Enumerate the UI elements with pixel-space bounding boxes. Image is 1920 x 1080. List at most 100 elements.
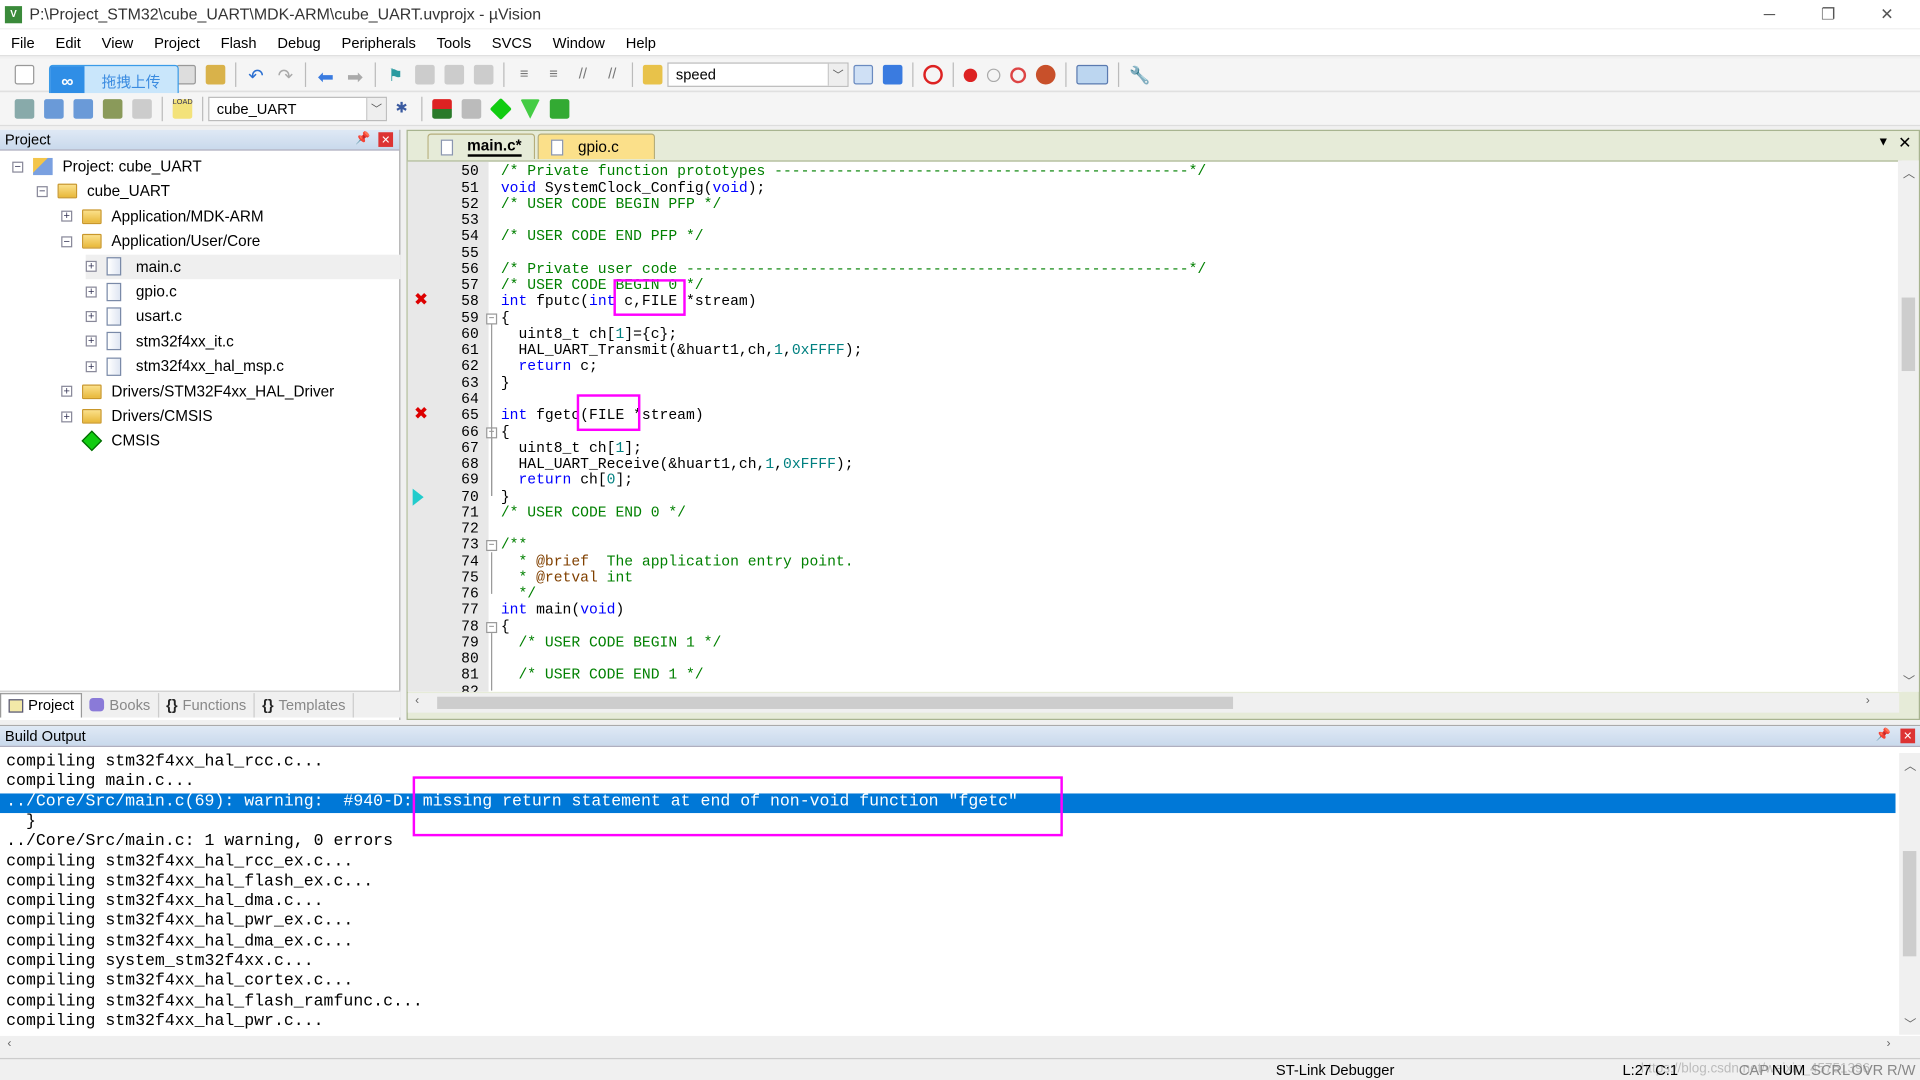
tab-project[interactable]: Project: [0, 692, 83, 717]
upload-overlay[interactable]: ∞ 拖拽上传: [48, 64, 179, 97]
kill-breakpoints-icon[interactable]: [1035, 64, 1056, 85]
collapse-icon[interactable]: −: [12, 160, 24, 173]
configure-icon[interactable]: 🔧: [1129, 65, 1150, 85]
tree-item[interactable]: − Project: cube_UART: [12, 154, 202, 178]
build-output-line[interactable]: }: [0, 813, 1896, 833]
close-panel-icon[interactable]: ✕: [1900, 728, 1916, 744]
find-icon[interactable]: [853, 64, 874, 85]
stop-build-icon[interactable]: [132, 99, 152, 119]
editor-horizontal-scrollbar[interactable]: ‹ ›: [407, 693, 1900, 713]
insert-breakpoint-icon[interactable]: [963, 67, 978, 82]
menu-window[interactable]: Window: [542, 34, 615, 51]
fold-toggle-icon[interactable]: −: [486, 313, 498, 325]
tree-item[interactable]: + Drivers/STM32F4xx_HAL_Driver: [61, 379, 334, 403]
tab-main-c-[interactable]: main.c*: [427, 133, 536, 160]
expand-icon[interactable]: +: [85, 285, 97, 297]
disable-breakpoints-icon[interactable]: [1010, 66, 1027, 83]
copy-icon[interactable]: [176, 64, 196, 85]
build-output-line[interactable]: compiling main.c...: [0, 773, 1896, 793]
menu-project[interactable]: Project: [143, 34, 210, 51]
build-output-line[interactable]: compiling stm32f4xx_hal_cortex.c...: [0, 973, 1896, 993]
build-icon[interactable]: [44, 99, 64, 119]
tab-list-dropdown-icon[interactable]: ▼: [1877, 136, 1889, 149]
redo-icon[interactable]: ↷: [276, 65, 296, 87]
enable-breakpoint-icon[interactable]: [986, 67, 1001, 82]
find-in-files-icon[interactable]: [642, 64, 663, 85]
next-bookmark-icon[interactable]: [444, 64, 465, 85]
build-output-line[interactable]: compiling stm32f4xx_hal_pwr.c...: [0, 1013, 1896, 1033]
build-output-line[interactable]: compiling system_stm32f4xx.c...: [0, 953, 1896, 973]
build-output-line[interactable]: compiling stm32f4xx_hal_dma_ex.c...: [0, 933, 1896, 953]
chevron-down-icon[interactable]: ﹀: [827, 63, 848, 86]
tree-item[interactable]: + Application/MDK-ARM: [61, 204, 264, 228]
collapse-icon[interactable]: −: [36, 185, 48, 198]
tree-item[interactable]: CMSIS: [61, 429, 160, 453]
expand-icon[interactable]: +: [61, 210, 73, 222]
rebuild-icon[interactable]: [73, 99, 94, 119]
uncomment-icon[interactable]: //: [602, 65, 622, 85]
tree-item[interactable]: − Application/User/Core: [61, 229, 260, 253]
bookmark-icon[interactable]: ⚑: [386, 65, 406, 85]
build-output-line[interactable]: compiling stm32f4xx_hal_rcc_ex.c...: [0, 853, 1896, 873]
close-tab-icon[interactable]: ✕: [1898, 133, 1911, 153]
expand-icon[interactable]: +: [61, 385, 73, 397]
options-for-target-icon[interactable]: ✱: [392, 99, 412, 119]
comment-icon[interactable]: //: [573, 65, 593, 85]
incremental-find-icon[interactable]: [882, 64, 903, 85]
paste-icon[interactable]: [205, 64, 226, 85]
expand-icon[interactable]: +: [85, 260, 97, 272]
expand-icon[interactable]: +: [85, 360, 97, 372]
build-vertical-scrollbar[interactable]: ︿ ﹀: [1899, 753, 1920, 1035]
menu-flash[interactable]: Flash: [210, 34, 267, 51]
menu-debug[interactable]: Debug: [266, 34, 330, 51]
error-icon[interactable]: ✖: [414, 405, 428, 423]
menu-svcs[interactable]: SVCS: [481, 34, 542, 51]
pack-installer-icon[interactable]: [520, 99, 541, 119]
build-output-line[interactable]: compiling stm32f4xx_hal_rcc.c...: [0, 753, 1896, 773]
manage-project-items-icon[interactable]: [432, 99, 452, 119]
chevron-down-icon[interactable]: ﹀: [366, 97, 386, 121]
build-output-line[interactable]: ../Core/Src/main.c(69): warning: #940-D:…: [0, 792, 1896, 813]
pin-icon[interactable]: 📌: [355, 131, 370, 147]
expand-icon[interactable]: +: [85, 310, 97, 322]
expand-icon[interactable]: +: [61, 410, 73, 422]
batch-build-icon[interactable]: [102, 99, 123, 119]
unindent-icon[interactable]: ≡: [544, 65, 564, 85]
build-output-line[interactable]: compiling stm32f4xx_hal_flash_ex.c...: [0, 873, 1896, 893]
tab-templates[interactable]: {} Templates: [255, 692, 355, 717]
manage-run-time-environment-icon[interactable]: [489, 97, 512, 121]
software-packs-icon[interactable]: [549, 99, 570, 119]
menu-file[interactable]: File: [0, 34, 45, 51]
target-select[interactable]: cube_UART ﹀: [208, 96, 387, 122]
select-packs-icon[interactable]: [461, 99, 482, 119]
tree-item[interactable]: + stm32f4xx_hal_msp.c: [85, 354, 284, 378]
error-icon[interactable]: ✖: [414, 292, 428, 309]
menu-peripherals[interactable]: Peripherals: [330, 34, 425, 51]
restore-button[interactable]: ❐: [1800, 0, 1856, 28]
tree-item[interactable]: − cube_UART: [36, 179, 170, 203]
code-editor[interactable]: 50 /* Private function prototypes -------…: [407, 160, 1902, 692]
tree-item[interactable]: + stm32f4xx_it.c: [85, 329, 234, 353]
expand-icon[interactable]: +: [85, 335, 97, 347]
pin-icon[interactable]: 📌: [1876, 727, 1891, 743]
build-output-line[interactable]: compiling stm32f4xx_hal_flash_ramfunc.c.…: [0, 993, 1896, 1013]
tab-gpio-c[interactable]: gpio.c: [537, 133, 656, 160]
load-download-icon[interactable]: LOAD: [172, 99, 193, 119]
undo-icon[interactable]: ↶: [246, 65, 266, 87]
editor-vertical-scrollbar[interactable]: ︿ ﹀: [1897, 160, 1919, 692]
navigate-back-icon[interactable]: ⬅: [316, 65, 336, 88]
collapse-icon[interactable]: −: [61, 235, 73, 247]
fold-toggle-icon[interactable]: −: [486, 621, 498, 633]
tree-item[interactable]: + main.c: [85, 254, 401, 279]
tree-item[interactable]: + gpio.c: [85, 279, 177, 303]
tree-item[interactable]: + usart.c: [85, 304, 182, 328]
window-layout-icon[interactable]: [1076, 64, 1109, 85]
build-output-line[interactable]: ../Core/Src/main.c: 1 warning, 0 errors: [0, 833, 1896, 853]
prev-bookmark-icon[interactable]: [415, 64, 435, 85]
fold-toggle-icon[interactable]: −: [486, 540, 498, 552]
tab-functions[interactable]: {} Functions: [159, 692, 255, 717]
indent-icon[interactable]: ≡: [514, 65, 534, 85]
build-horizontal-scrollbar[interactable]: ‹ ›: [0, 1035, 1920, 1056]
menu-edit[interactable]: Edit: [45, 34, 91, 51]
close-button[interactable]: ✕: [1859, 0, 1915, 28]
